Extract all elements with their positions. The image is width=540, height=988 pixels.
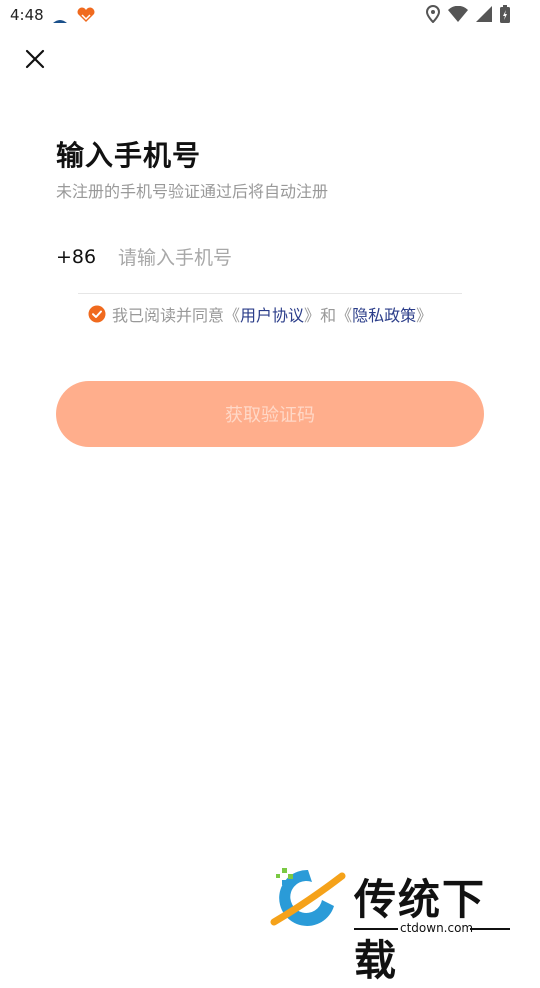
- agreement-prefix: 我已阅读并同意: [112, 306, 225, 325]
- checkbox-checked-icon[interactable]: [88, 305, 106, 323]
- watermark-line: [470, 928, 510, 930]
- watermark-line: [354, 928, 398, 930]
- close-button[interactable]: [20, 44, 50, 74]
- get-code-button[interactable]: 获取验证码: [56, 381, 484, 447]
- agreement-row: 我已阅读并同意 《 用户协议 》 和 《 隐私政策 》: [88, 302, 432, 326]
- page-title: 输入手机号: [56, 139, 202, 172]
- status-bar: 4:48: [0, 0, 540, 32]
- country-code[interactable]: +86: [56, 246, 96, 268]
- status-time: 4:48: [10, 6, 44, 24]
- bracket-open-1: 《: [224, 306, 241, 325]
- bracket-close-1: 》: [304, 306, 321, 325]
- heart-notification-icon: [76, 7, 96, 27]
- app-notification-icon: [52, 10, 68, 29]
- watermark-logo-icon: [270, 868, 346, 926]
- signal-icon: [476, 6, 492, 26]
- wifi-icon: [448, 5, 468, 26]
- input-divider: [78, 293, 462, 294]
- bracket-close-2: 》: [416, 306, 433, 325]
- location-icon: [425, 4, 441, 27]
- privacy-policy-link[interactable]: 隐私政策: [352, 302, 416, 326]
- bracket-open-2: 《: [336, 306, 353, 325]
- system-status-icons: [425, 4, 510, 27]
- agreement-conj: 和: [320, 306, 337, 325]
- page-subtitle: 未注册的手机号验证通过后将自动注册: [56, 182, 329, 201]
- close-icon: [25, 49, 45, 69]
- phone-input[interactable]: [116, 240, 460, 276]
- watermark: 传统下载 ctdown.com: [268, 862, 518, 985]
- battery-icon: [500, 5, 510, 27]
- phone-row: +86: [56, 240, 462, 292]
- user-agreement-link[interactable]: 用户协议: [240, 302, 304, 326]
- watermark-url: ctdown.com: [400, 921, 474, 935]
